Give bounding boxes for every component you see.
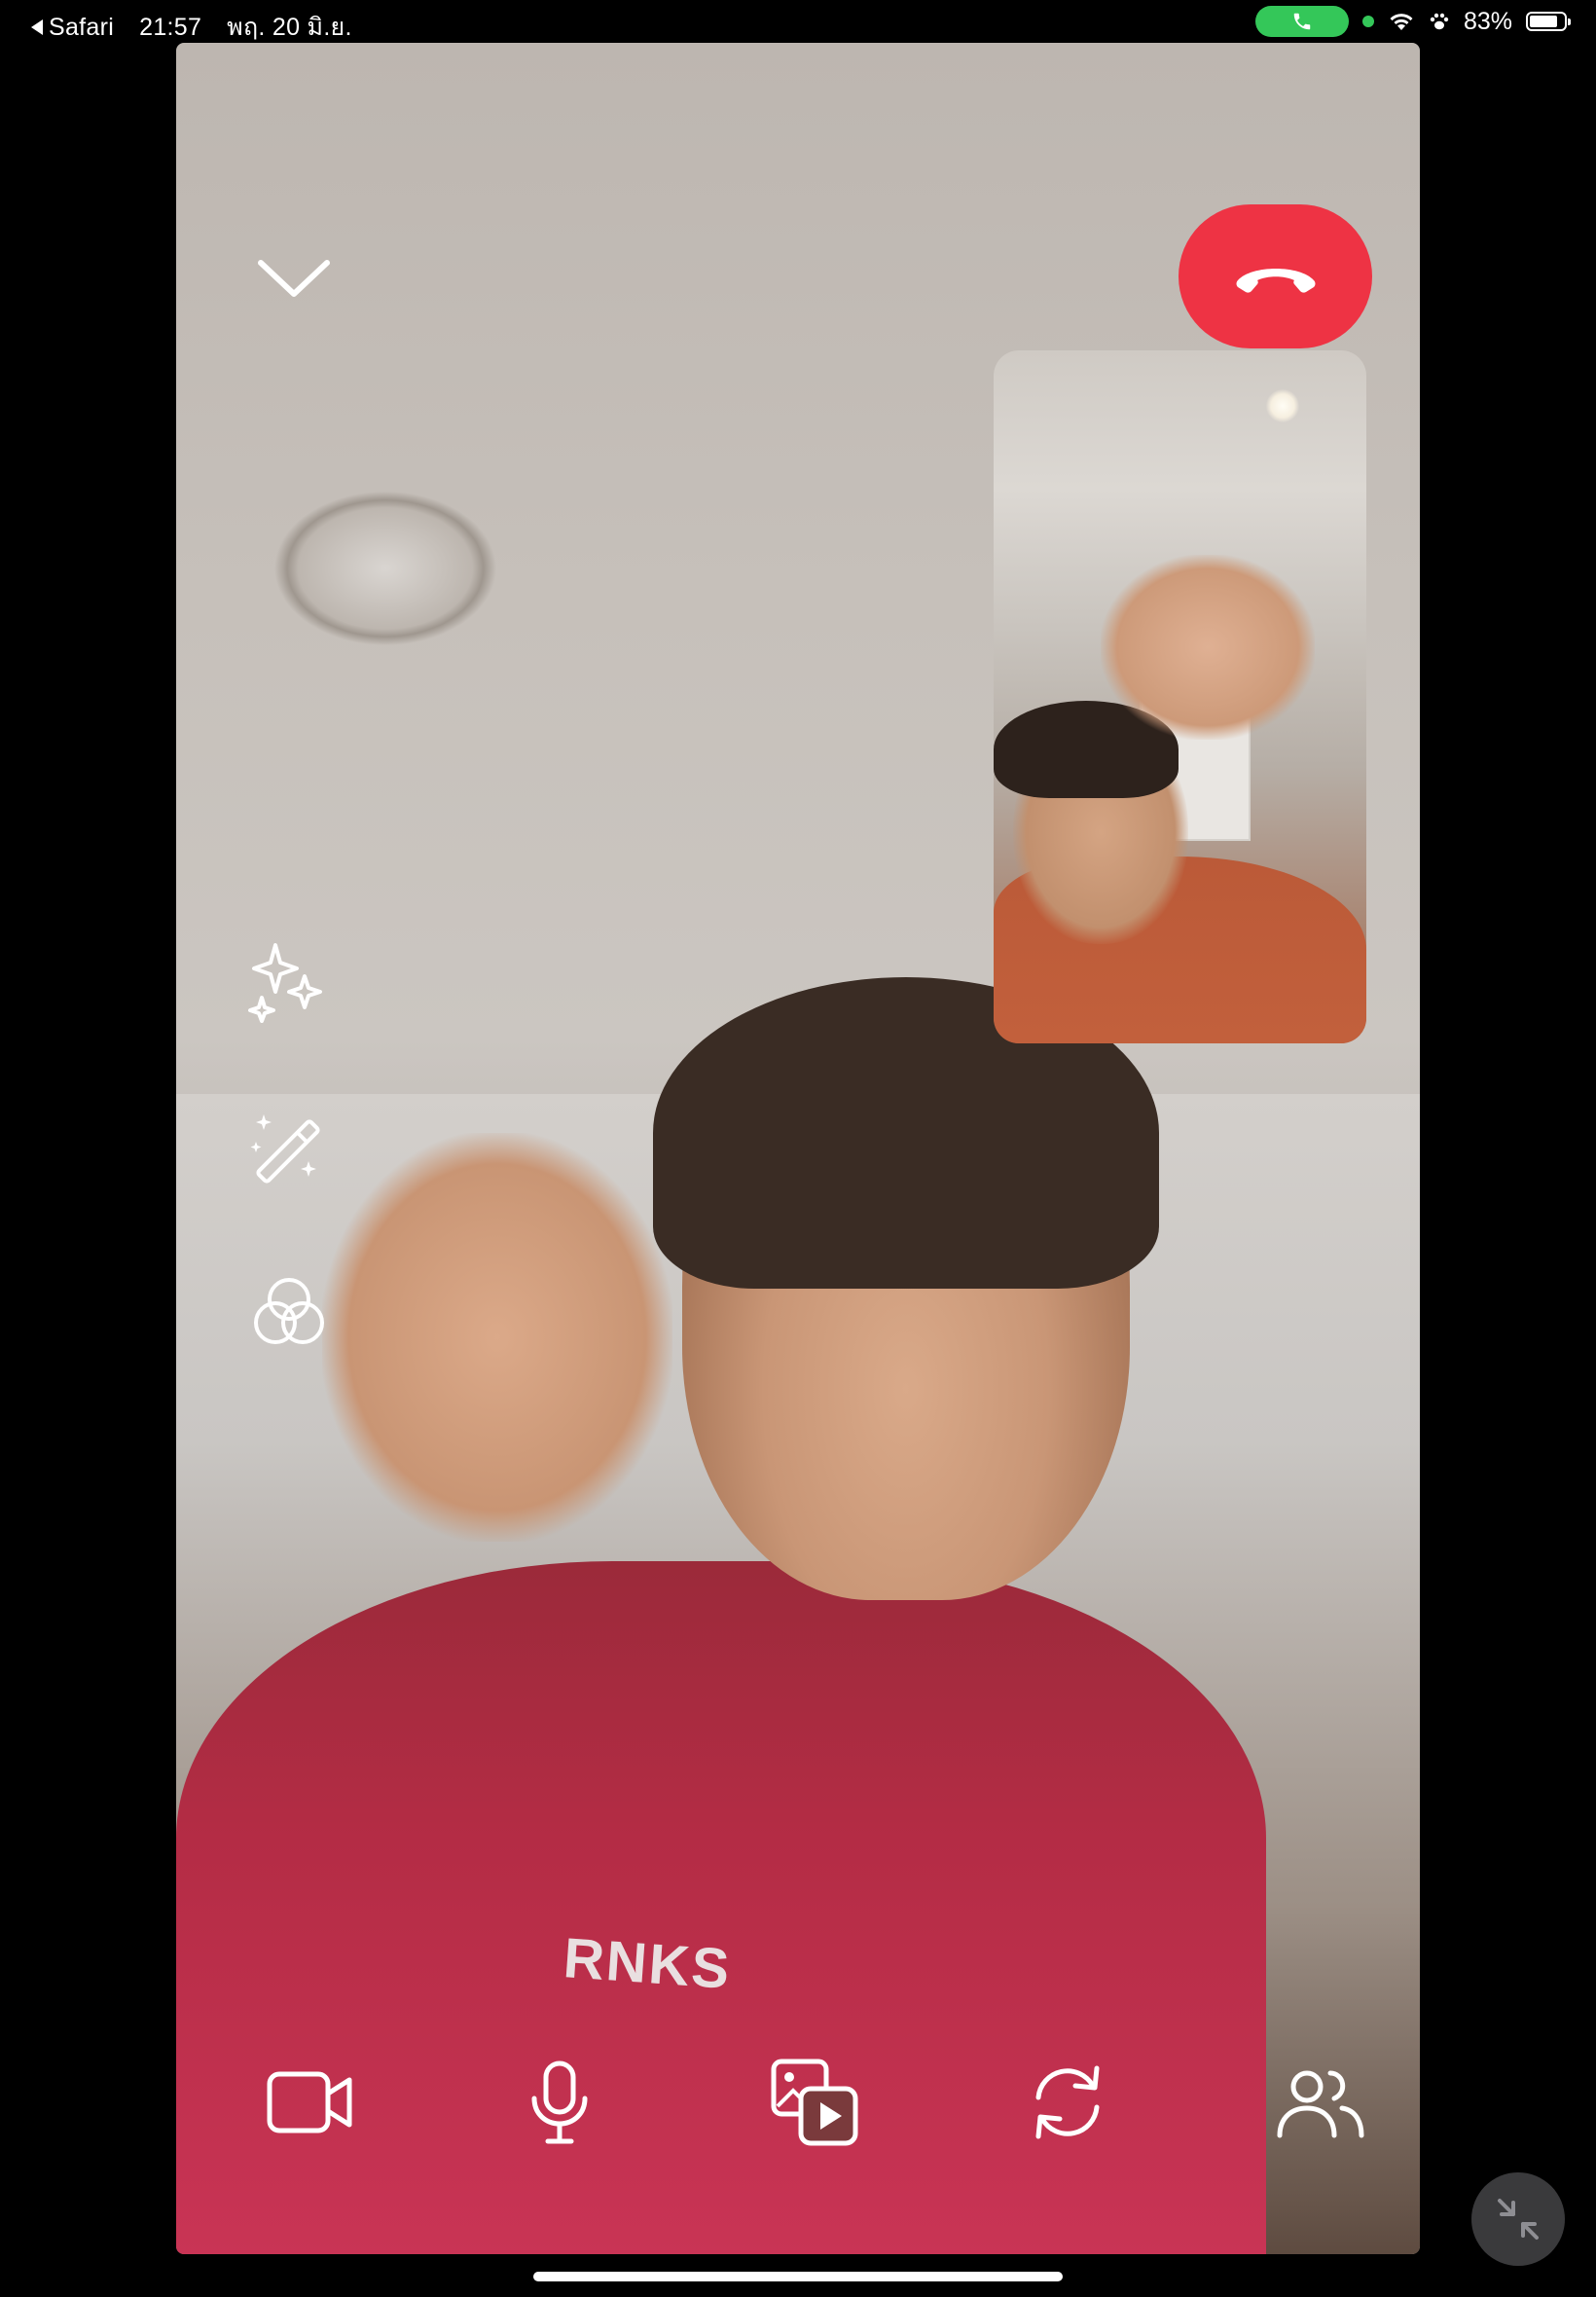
status-time: 21:57 <box>139 13 202 41</box>
back-to-app-button[interactable]: Safari <box>31 14 114 42</box>
phone-hangup-icon <box>1236 269 1315 293</box>
media-play-icon <box>771 2059 858 2146</box>
magic-wand-icon <box>250 1114 320 1184</box>
chevron-down-icon <box>258 260 330 297</box>
ceiling-light <box>273 491 497 646</box>
video-camera-icon <box>267 2071 352 2133</box>
effects-button[interactable] <box>247 940 331 1024</box>
call-controls-bar <box>176 2044 1420 2161</box>
end-call-button[interactable] <box>1179 204 1372 348</box>
phone-icon <box>1293 13 1311 30</box>
flip-camera-button[interactable] <box>1017 2052 1118 2153</box>
flip-camera-icon <box>1035 2065 1100 2139</box>
active-call-pill[interactable] <box>1254 6 1349 37</box>
filters-button[interactable] <box>247 1271 331 1355</box>
minimize-window-button[interactable] <box>1471 2172 1565 2266</box>
pip-hand <box>1101 555 1315 740</box>
minimize-arrows-icon <box>1498 2199 1539 2240</box>
status-bar: Safari 21:57 พฤ. 20 มิ.ย. 83% <box>0 0 1596 43</box>
paw-icon <box>1430 13 1449 30</box>
collapse-call-button[interactable] <box>255 251 333 306</box>
microphone-toggle-button[interactable] <box>509 2052 610 2153</box>
wifi-icon <box>1390 14 1413 30</box>
shirt-print: RNKS <box>561 1926 734 2001</box>
share-media-button[interactable] <box>764 2052 865 2153</box>
beauty-button[interactable] <box>247 1106 331 1189</box>
camera-toggle-button[interactable] <box>260 2052 361 2153</box>
back-triangle-icon <box>31 19 43 35</box>
microphone-icon <box>531 2060 588 2144</box>
battery-fill <box>1530 16 1558 27</box>
status-date: พฤ. 20 มิ.ย. <box>227 14 352 41</box>
self-view-video[interactable] <box>994 350 1366 1043</box>
battery-icon <box>1526 12 1571 31</box>
people-icon <box>1277 2070 1364 2138</box>
home-indicator[interactable] <box>533 2272 1063 2281</box>
color-filter-icon <box>254 1278 324 1344</box>
person-hand <box>322 1133 672 1542</box>
status-left: Safari 21:57 พฤ. 20 มิ.ย. <box>31 8 352 47</box>
participants-button[interactable] <box>1270 2052 1371 2153</box>
back-app-label: Safari <box>49 13 115 41</box>
battery-percent: 83% <box>1463 7 1512 35</box>
sparkles-icon <box>248 943 322 1023</box>
pip-ceiling-lamp <box>1266 389 1299 422</box>
camera-in-use-dot-icon <box>1361 16 1374 27</box>
status-right: 83% <box>1254 6 1571 37</box>
